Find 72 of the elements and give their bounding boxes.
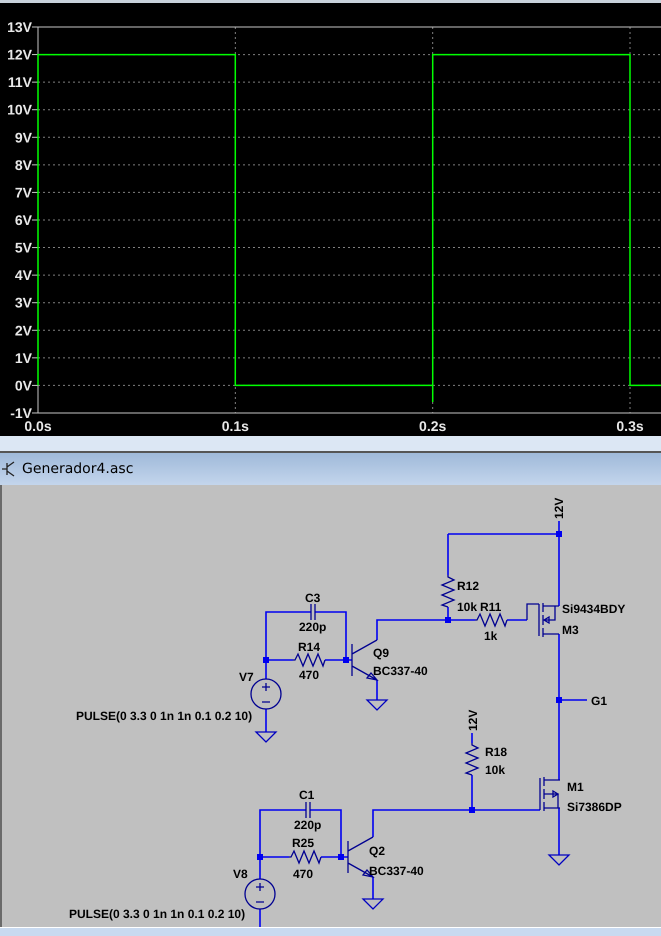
component-value: Si7386DP: [567, 800, 622, 814]
wire: [507, 618, 527, 620]
axis-tick-label: 7V: [14, 184, 32, 200]
axis-tick-label: 13V: [7, 19, 32, 35]
ground-icon: [361, 898, 385, 910]
axis-tick-label: 0.0s: [24, 418, 52, 434]
component-value: 220p: [299, 620, 326, 634]
net-label: G1: [591, 694, 608, 708]
transistor-icon: [2, 460, 16, 477]
component-name: V7: [239, 670, 254, 684]
component-value: 470: [299, 668, 320, 682]
window-title: Generador4.asc: [22, 460, 134, 477]
axis-tick-label: -1V: [10, 404, 32, 421]
component-name: C1: [299, 788, 314, 802]
axis-tick-label: 2V: [14, 322, 32, 338]
axis-tick-label: 4V: [14, 267, 32, 284]
axis-tick-label: 0V: [14, 377, 32, 394]
axis-tick-label: 9V: [14, 129, 32, 146]
component-value: 10k: [485, 762, 506, 777]
component-name: V8: [233, 866, 248, 881]
voltage-source-icon: [244, 878, 276, 910]
resistor-icon: [440, 574, 456, 608]
axis-tick-label: 1V: [14, 350, 32, 366]
resistor-icon: [464, 742, 480, 776]
pane-splitter[interactable]: [0, 436, 661, 453]
component-name: C3: [305, 590, 320, 605]
axis-tick-label: 6V: [14, 212, 32, 228]
net-label: 12V: [552, 497, 566, 519]
source-settings: PULSE(0 3.3 0 1n 1n 0.1 0.2 10): [69, 906, 246, 921]
axis-tick-label: 0.1s: [222, 418, 249, 434]
component-name: Q9: [373, 646, 390, 660]
axis-tick-label: 0.2s: [419, 418, 446, 434]
ground-icon: [547, 854, 571, 866]
component-name: R14: [298, 640, 320, 654]
axis-tick-label: 8V: [14, 156, 32, 173]
ground-icon: [254, 730, 278, 743]
source-settings: PULSE(0 3.3 0 1n 1n 0.1 0.2 10): [76, 708, 252, 723]
axis-tick-label: 11V: [8, 74, 32, 90]
component-name: Q2: [369, 844, 386, 858]
component-name: R25: [292, 836, 314, 850]
component-value: 220p: [294, 818, 322, 832]
axis-tick-label: 0.3s: [616, 418, 644, 434]
wire: [376, 680, 378, 700]
wire: [471, 732, 473, 743]
resistor-icon: [293, 652, 326, 668]
wire: [558, 808, 560, 855]
net-label: 12V: [466, 709, 480, 731]
component-name: M1: [567, 780, 584, 794]
mosfet-icon: [539, 776, 561, 812]
component-value: BC337-40: [373, 664, 428, 678]
component-name: M3: [562, 622, 579, 637]
axis-tick-label: 10V: [7, 102, 32, 118]
axis-tick-label: 5V: [14, 240, 32, 256]
capacitor-icon: [310, 602, 316, 620]
resistor-icon: [475, 612, 508, 628]
axis-tick-label: 12V: [7, 46, 32, 63]
component-name: R12: [457, 578, 480, 593]
wire: [259, 908, 261, 927]
component-value: BC337-40: [369, 864, 424, 878]
component-value: 470: [293, 866, 314, 881]
mosfet-icon: [526, 602, 560, 638]
wire: [372, 876, 374, 899]
axis-tick-label: 3V: [14, 294, 32, 311]
resistor-icon: [289, 848, 322, 864]
capacitor-icon: [305, 800, 311, 818]
component-value: Si9434BDY: [562, 602, 626, 616]
wire: [265, 708, 267, 732]
component-value: 1k: [484, 628, 498, 643]
component-value: 10k: [457, 600, 478, 614]
component-name: R18: [485, 744, 508, 759]
ground-icon: [365, 698, 389, 711]
component-name: R11: [480, 600, 502, 614]
